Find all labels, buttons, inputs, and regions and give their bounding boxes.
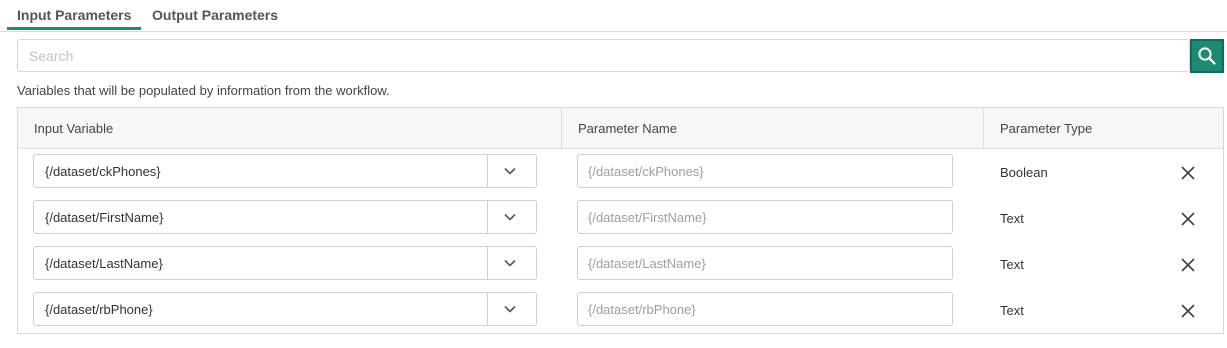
input-variable-value: {/dataset/rbPhone} <box>45 302 153 317</box>
search-icon <box>1198 47 1216 65</box>
parameter-name-input[interactable] <box>577 246 953 280</box>
input-variable-value: {/dataset/FirstName} <box>45 210 164 225</box>
dropdown-divider <box>487 155 488 187</box>
header-parameter-name: Parameter Name <box>578 121 677 136</box>
input-variable-dropdown[interactable]: {/dataset/LastName} <box>33 246 537 280</box>
tab-input-parameters[interactable]: Input Parameters <box>17 7 131 23</box>
input-variable-value: {/dataset/ckPhones} <box>45 164 161 179</box>
dropdown-divider <box>487 247 488 279</box>
dropdown-divider <box>487 201 488 233</box>
input-variable-dropdown[interactable]: {/dataset/ckPhones} <box>33 154 537 188</box>
dropdown-divider <box>487 293 488 325</box>
column-divider <box>983 108 984 148</box>
column-divider <box>561 108 562 148</box>
parameter-name-input[interactable] <box>577 200 953 234</box>
close-icon[interactable] <box>1178 301 1198 321</box>
parameter-type: Text <box>1000 257 1024 272</box>
chevron-down-icon[interactable] <box>503 164 517 178</box>
chevron-down-icon[interactable] <box>503 256 517 270</box>
parameter-name-input[interactable] <box>577 154 953 188</box>
input-variable-dropdown[interactable]: {/dataset/FirstName} <box>33 200 537 234</box>
table-row: {/dataset/LastName} Text <box>18 246 1223 292</box>
parameter-type: Boolean <box>1000 165 1048 180</box>
chevron-down-icon[interactable] <box>503 210 517 224</box>
header-input-variable: Input Variable <box>34 121 114 136</box>
input-variable-value: {/dataset/LastName} <box>45 256 163 271</box>
tab-output-parameters[interactable]: Output Parameters <box>152 7 278 23</box>
description-text: Variables that will be populated by info… <box>17 83 390 98</box>
parameter-name-input[interactable] <box>577 292 953 326</box>
close-icon[interactable] <box>1178 209 1198 229</box>
table-row: {/dataset/rbPhone} Text <box>18 292 1223 338</box>
header-parameter-type: Parameter Type <box>1000 121 1093 136</box>
close-icon[interactable] <box>1178 255 1198 275</box>
tab-bar: Input Parameters Output Parameters <box>0 0 1227 32</box>
parameter-type: Text <box>1000 303 1024 318</box>
parameter-type: Text <box>1000 211 1024 226</box>
table-row: {/dataset/ckPhones} Boolean <box>18 154 1223 200</box>
search-button[interactable] <box>1190 39 1224 73</box>
chevron-down-icon[interactable] <box>503 302 517 316</box>
table-header: Input Variable Parameter Name Parameter … <box>18 108 1223 149</box>
close-icon[interactable] <box>1178 163 1198 183</box>
search-input[interactable] <box>17 39 1190 72</box>
input-variable-dropdown[interactable]: {/dataset/rbPhone} <box>33 292 537 326</box>
active-tab-indicator <box>7 27 141 30</box>
table-row: {/dataset/FirstName} Text <box>18 200 1223 246</box>
parameters-table: Input Variable Parameter Name Parameter … <box>17 107 1224 334</box>
